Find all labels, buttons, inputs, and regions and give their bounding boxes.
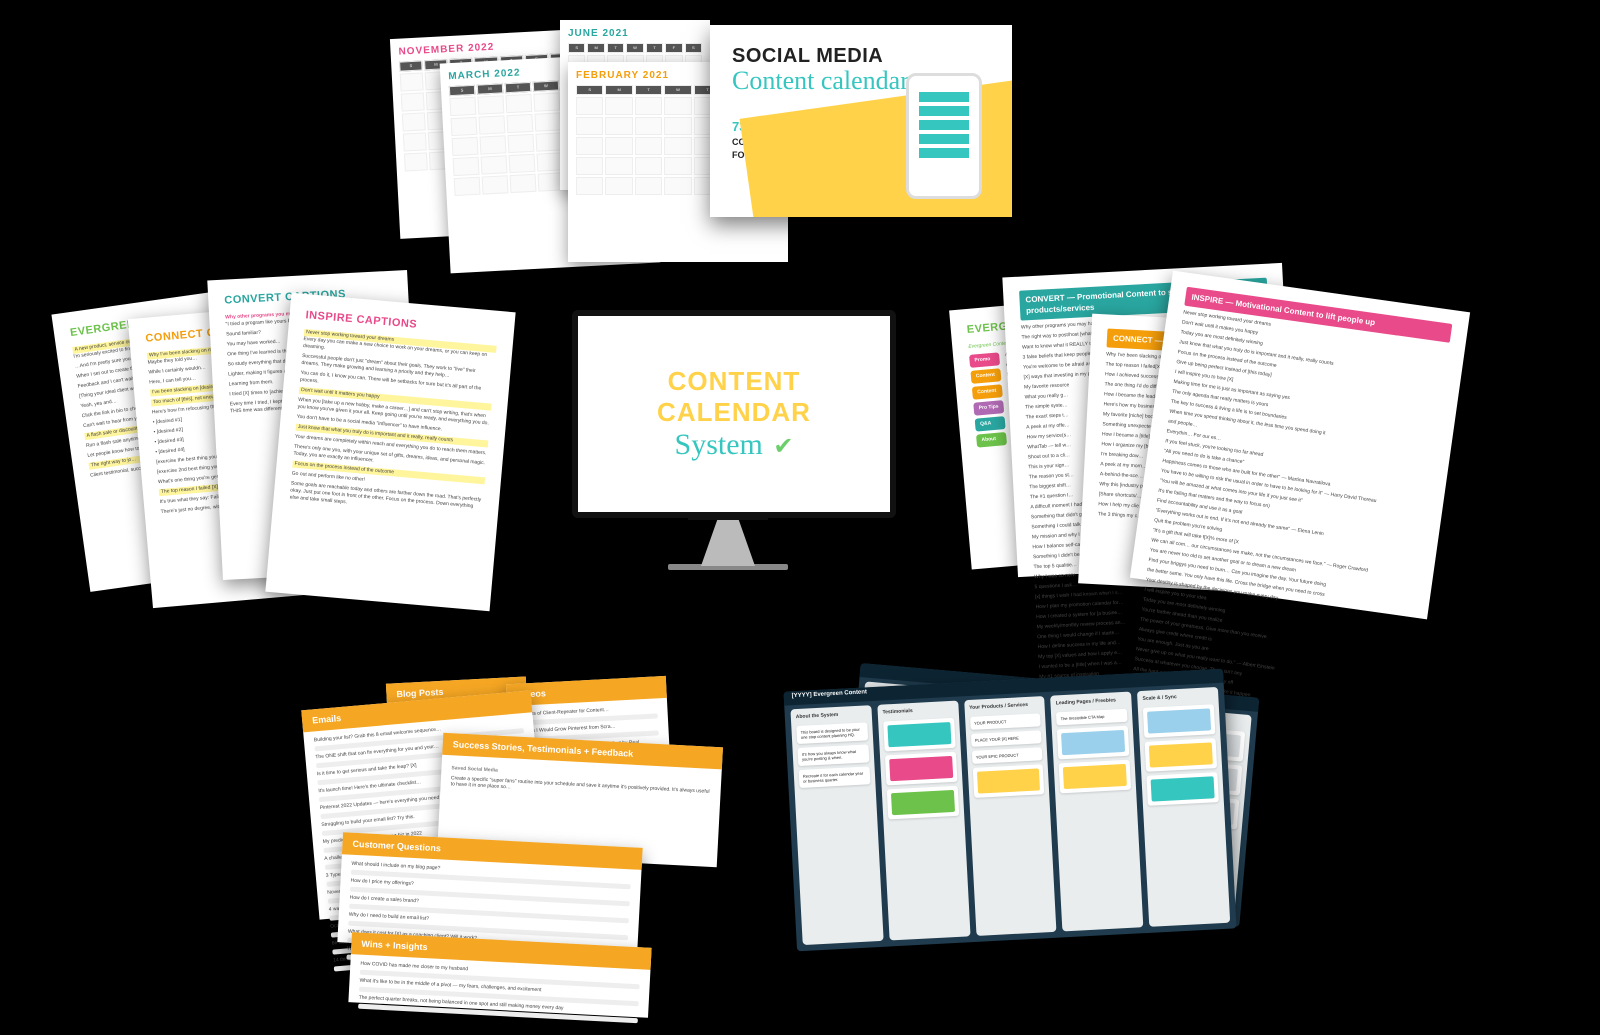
board-card[interactable]: It's how you always know what you're pos… xyxy=(797,744,869,766)
monitor-screen: CONTENT CALENDAR System ✔ xyxy=(572,310,896,518)
board-card[interactable] xyxy=(1057,726,1129,760)
sheet-inspire-category: INSPIRE — Motivational Content to lift p… xyxy=(1130,271,1470,620)
calendar-title: JUNE 2021 xyxy=(568,28,702,39)
phone-icon xyxy=(906,73,982,199)
board-card[interactable] xyxy=(1143,704,1215,738)
promo-card: SOCIAL MEDIA Content calendar 24 MONTHS … xyxy=(710,25,1012,217)
board-list: Leading Pages / Freebies The Irresistible… xyxy=(1050,691,1143,931)
list-title: Testimonials xyxy=(882,706,953,716)
board-card[interactable]: YOUR PRODUCT xyxy=(970,713,1041,730)
category-tag: Content xyxy=(972,385,1003,401)
category-tag: Promo xyxy=(969,353,1000,369)
board-list: Scale & / Sync xyxy=(1137,687,1230,927)
board-card[interactable] xyxy=(1147,772,1219,806)
board-card[interactable] xyxy=(883,718,955,752)
board-card[interactable]: YOUR EPIC PRODUCT xyxy=(971,747,1042,764)
board-list: Your Products / Services YOUR PRODUCTPLAC… xyxy=(964,696,1057,936)
product-monitor: CONTENT CALENDAR System ✔ xyxy=(572,310,884,558)
list-title: Your Products / Services xyxy=(969,701,1040,711)
board-card[interactable] xyxy=(1059,760,1131,794)
board-card[interactable]: The Irresistible CTA Map xyxy=(1056,709,1127,726)
list-title: Leading Pages / Freebies xyxy=(1056,697,1127,707)
sheet-inspire-captions: INSPIRE CAPTIONS Never stop working towa… xyxy=(265,293,515,611)
board-card[interactable]: This board is designed to be your one st… xyxy=(796,722,868,744)
trello-board-front: About the System This board is designed t… xyxy=(783,669,1236,952)
tag-column: PromoContentContentPro TipsQ&AAbout xyxy=(969,353,1011,492)
board-card[interactable]: Recreate it for each calendar year or bu… xyxy=(799,766,871,788)
category-tag: Pro Tips xyxy=(973,401,1004,417)
section-wins: Wins + Insights How COVID has made me cl… xyxy=(348,932,651,1018)
category-tag: About xyxy=(976,432,1007,448)
board-card[interactable] xyxy=(887,786,959,820)
list-title: Scale & / Sync xyxy=(1142,692,1213,702)
board-list: About the System This board is designed t… xyxy=(790,705,883,945)
board-list: Testimonials xyxy=(877,701,970,941)
board-card[interactable] xyxy=(885,752,957,786)
category-tag: Content xyxy=(970,369,1001,385)
board-title: [YYYY] Evergreen Content xyxy=(792,689,868,699)
promo-title1: SOCIAL MEDIA xyxy=(732,45,990,68)
board-card[interactable]: PLACE YOUR [X] HERE xyxy=(971,730,1042,747)
check-icon: ✔ xyxy=(773,433,793,460)
list-title: About the System xyxy=(796,710,867,720)
board-card[interactable] xyxy=(1145,738,1217,772)
board-card[interactable] xyxy=(972,764,1044,798)
category-tag: Q&A xyxy=(975,416,1006,432)
